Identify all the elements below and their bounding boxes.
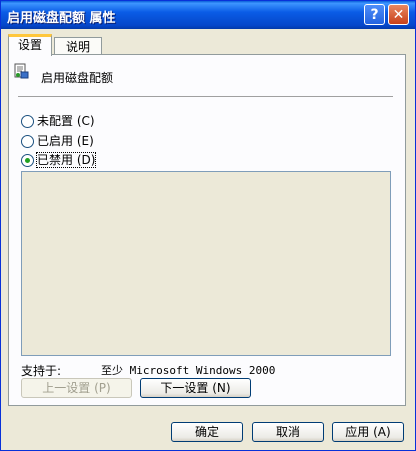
tab-settings[interactable]: 设置	[8, 34, 52, 56]
separator	[18, 96, 393, 97]
radio-label: 已禁用 (D)	[35, 152, 97, 168]
support-value: 至少 Microsoft Windows 2000	[101, 364, 276, 377]
radio-selected-dot	[25, 158, 30, 163]
radio-label: 已启用 (E)	[37, 134, 94, 148]
policy-setting-icon	[14, 63, 29, 79]
description-area	[21, 171, 391, 356]
next-setting-button[interactable]: 下一设置 (N)	[140, 378, 251, 398]
radio-circle[interactable]	[21, 115, 34, 128]
radio-circle[interactable]	[21, 135, 34, 148]
help-button[interactable]: ?	[364, 4, 385, 25]
ok-button[interactable]: 确定	[171, 422, 243, 442]
policy-name: 启用磁盘配额	[41, 71, 114, 85]
support-label: 支持于:	[21, 364, 62, 378]
radio-label: 未配置 (C)	[37, 114, 95, 128]
title-bar[interactable]: 启用磁盘配额 属性 ? ✕	[1, 1, 415, 29]
previous-setting-button[interactable]: 上一设置 (P)	[21, 378, 132, 398]
radio-circle[interactable]	[21, 154, 34, 167]
window-title: 启用磁盘配额 属性	[7, 11, 116, 26]
properties-dialog: 启用磁盘配额 属性 ? ✕ 设置 说明 启用磁盘配额 未配置 (C) 已启用 (…	[0, 0, 416, 451]
apply-button[interactable]: 应用 (A)	[332, 422, 404, 442]
close-button[interactable]: ✕	[388, 4, 409, 25]
cancel-button[interactable]: 取消	[252, 422, 324, 442]
